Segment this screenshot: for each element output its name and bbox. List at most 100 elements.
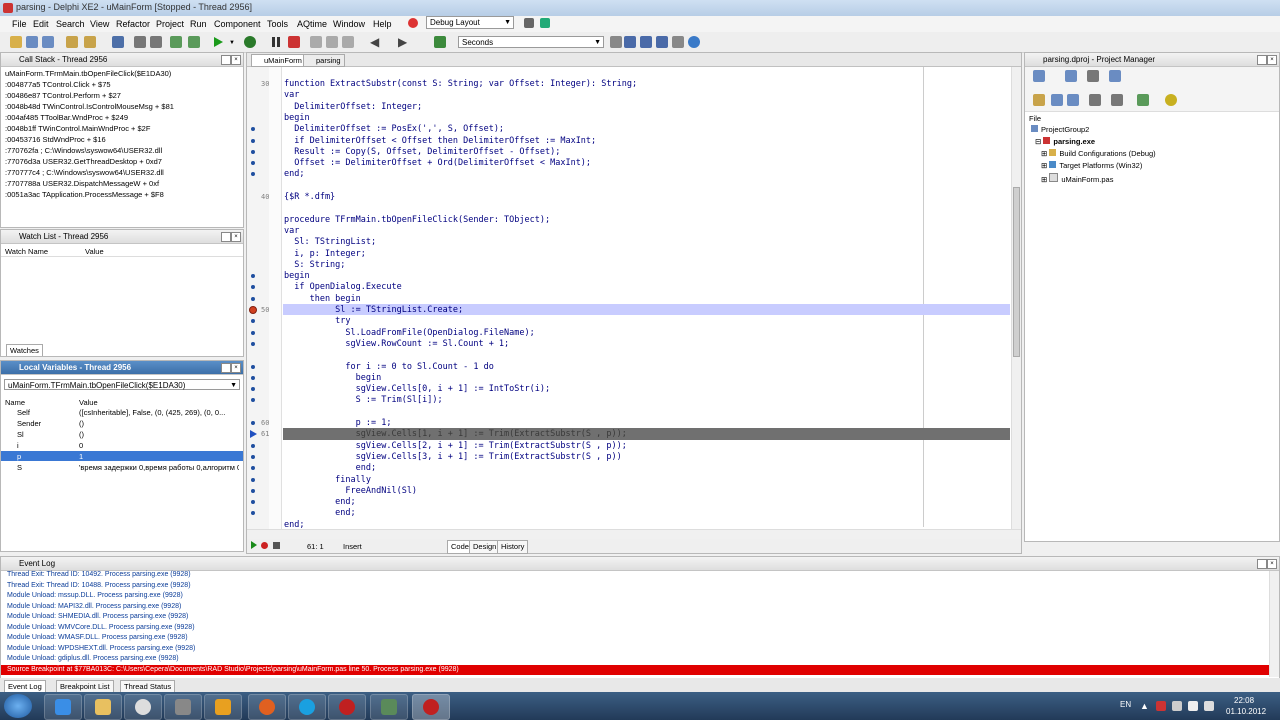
tab-parsing[interactable]: parsing [303, 54, 345, 67]
code-line[interactable]: sgView.Cells[1, i + 1] := Trim(ExtractSu… [284, 429, 627, 439]
macro-record-icon[interactable] [261, 542, 268, 549]
call-stack-item[interactable]: :00453716 StdWndProc + $16 [5, 135, 106, 144]
menu-help[interactable]: Help [373, 19, 392, 29]
event-log-line[interactable]: Module Unload: SHMEDIA.dll. Process pars… [7, 613, 188, 620]
taskbar-app-3[interactable] [124, 694, 162, 720]
event-log-line[interactable]: Module Unload: WMASF.DLL. Process parsin… [7, 634, 188, 641]
volume-icon[interactable] [1204, 701, 1214, 711]
watch-value-column[interactable]: Value [85, 247, 104, 256]
new-form-icon[interactable] [188, 36, 200, 48]
tree-build-config[interactable]: ⊞ Build Configurations (Debug) [1041, 149, 1156, 158]
code-line[interactable]: begin [284, 113, 310, 123]
code-line[interactable]: DelimiterOffset := PosEx(',', S, Offset)… [284, 124, 504, 134]
taskbar-firefox[interactable] [248, 694, 286, 720]
code-line[interactable]: if DelimiterOffset < Offset then Delimit… [284, 136, 596, 146]
locals-name-column[interactable]: Name [5, 398, 25, 407]
code-line[interactable]: function ExtractSubstr(const S: String; … [284, 79, 637, 89]
trace-into-icon[interactable] [310, 36, 322, 48]
event-log-scrollbar[interactable] [1269, 571, 1279, 677]
close-icon[interactable]: × [231, 363, 241, 373]
close-icon[interactable]: × [1267, 559, 1277, 569]
close-icon[interactable]: × [231, 55, 241, 65]
call-stack-item[interactable]: :0051a3ac TApplication.ProcessMessage + … [5, 190, 164, 199]
run-without-debug-icon[interactable] [244, 36, 256, 48]
seconds-select[interactable]: Seconds ▼ [458, 36, 604, 48]
local-var-name[interactable]: S [17, 463, 22, 472]
code-line[interactable]: begin [284, 373, 382, 383]
event-log-line[interactable]: Module Unload: WPDSHEXT.dll. Process par… [7, 645, 195, 652]
aqtime-icon-3[interactable] [640, 36, 652, 48]
save-all-icon[interactable] [42, 36, 54, 48]
code-line[interactable]: var [284, 90, 299, 100]
code-line[interactable]: p := 1; [284, 418, 392, 428]
event-log-line[interactable]: Module Unload: MAPI32.dll. Process parsi… [7, 603, 181, 610]
tree-umainform-pas[interactable]: ⊞ uMainForm.pas [1041, 173, 1113, 184]
code-line[interactable]: finally [284, 475, 371, 485]
run-icon[interactable] [214, 37, 223, 47]
pin-icon[interactable] [221, 363, 231, 373]
local-var-value[interactable]: 1 [79, 452, 83, 461]
tray-icon-1[interactable] [1156, 701, 1166, 711]
save-layout-icon[interactable] [524, 18, 534, 28]
forward-arrow-icon[interactable]: ▶ [398, 35, 407, 49]
pin-icon[interactable] [1257, 55, 1267, 65]
close-icon[interactable]: × [231, 232, 241, 242]
tray-arrow-icon[interactable]: ▲ [1140, 701, 1149, 711]
locals-frame-select[interactable]: uMainForm.TFrmMain.tbOpenFileClick($E1DA… [4, 379, 240, 390]
call-stack-item[interactable]: :0048b1ff TWinControl.MainWndProc + $2F [5, 124, 150, 133]
activate-icon[interactable] [1033, 70, 1045, 82]
local-var-value[interactable]: 'время задержки 0,время работы 0,алгорит… [79, 463, 239, 472]
clock-time[interactable]: 22:08 [1234, 696, 1254, 705]
taskbar-media[interactable] [204, 694, 242, 720]
call-stack-item[interactable]: :004877a5 TControl.Click + $75 [5, 80, 111, 89]
taskbar-explorer[interactable] [84, 694, 122, 720]
call-stack-item[interactable]: :0048b48d TWinControl.IsControlMouseMsg … [5, 102, 174, 111]
view-icon[interactable] [1109, 70, 1121, 82]
layout-settings-icon[interactable] [540, 18, 550, 28]
locals-value-column[interactable]: Value [79, 398, 98, 407]
local-var-name[interactable]: Sl [17, 430, 24, 439]
local-var-name[interactable]: i [17, 441, 19, 450]
call-stack-item[interactable]: :7707788a USER32.DispatchMessageW + 0xf [5, 179, 159, 188]
breakpoint-slot-icon[interactable] [251, 454, 255, 459]
taskbar-app-9[interactable] [370, 694, 408, 720]
code-line[interactable]: try [284, 316, 350, 326]
pin-icon[interactable] [1257, 559, 1267, 569]
code-line[interactable]: end; [284, 497, 355, 507]
save-icon[interactable] [112, 36, 124, 48]
breakpoint-slot-icon[interactable] [251, 138, 255, 143]
stop-layout-icon[interactable] [408, 18, 418, 28]
code-line[interactable]: sgView.Cells[2, i + 1] := Trim(ExtractSu… [284, 441, 627, 451]
breakpoint-slot-icon[interactable] [251, 375, 255, 380]
breakpoint-slot-icon[interactable] [251, 149, 255, 154]
tree-parsing-exe[interactable]: ⊟ parsing.exe [1035, 137, 1095, 146]
tree-projectgroup[interactable]: ProjectGroup2 [1031, 125, 1089, 134]
menu-component[interactable]: Component [214, 19, 261, 29]
code-line[interactable]: then begin [284, 294, 361, 304]
macro-play-icon[interactable] [251, 541, 257, 549]
breakpoint-slot-icon[interactable] [251, 296, 255, 301]
clock-date[interactable]: 01.10.2012 [1226, 707, 1266, 716]
local-var-name[interactable]: Sender [17, 419, 41, 428]
code-line[interactable]: if OpenDialog.Execute [284, 282, 401, 292]
call-stack-item[interactable]: :77076d3a USER32.GetThreadDesktop + 0xd7 [5, 157, 162, 166]
code-line[interactable]: procedure TFrmMain.tbOpenFileClick(Sende… [284, 215, 550, 225]
code-line[interactable]: S := Trim(Sl[i]); [284, 395, 443, 405]
call-stack-item[interactable]: :770777c4 ; C:\Windows\syswow64\USER32.d… [5, 168, 164, 177]
menu-window[interactable]: Window [333, 19, 365, 29]
code-line[interactable]: i, p: Integer; [284, 249, 366, 259]
layout-select[interactable]: Debug Layout ▼ [426, 16, 514, 29]
back-arrow-icon[interactable]: ◀ [370, 35, 379, 49]
menu-project[interactable]: Project [156, 19, 184, 29]
call-stack-item[interactable]: :770762fa ; C:\Windows\syswow64\USER32.d… [5, 146, 162, 155]
aqtime-icon-1[interactable] [610, 36, 622, 48]
editor-horizontal-scrollbar[interactable] [247, 529, 1021, 539]
list-icon[interactable] [1089, 94, 1101, 106]
tab-history[interactable]: History [497, 540, 529, 554]
sync-icon[interactable] [1033, 94, 1045, 106]
event-log-line[interactable]: Thread Exit: Thread ID: 10492. Process p… [7, 571, 191, 578]
folder-icon[interactable] [84, 36, 96, 48]
menu-run[interactable]: Run [190, 19, 207, 29]
scrollbar-thumb[interactable] [1013, 187, 1020, 357]
local-var-value[interactable]: 0 [79, 441, 83, 450]
